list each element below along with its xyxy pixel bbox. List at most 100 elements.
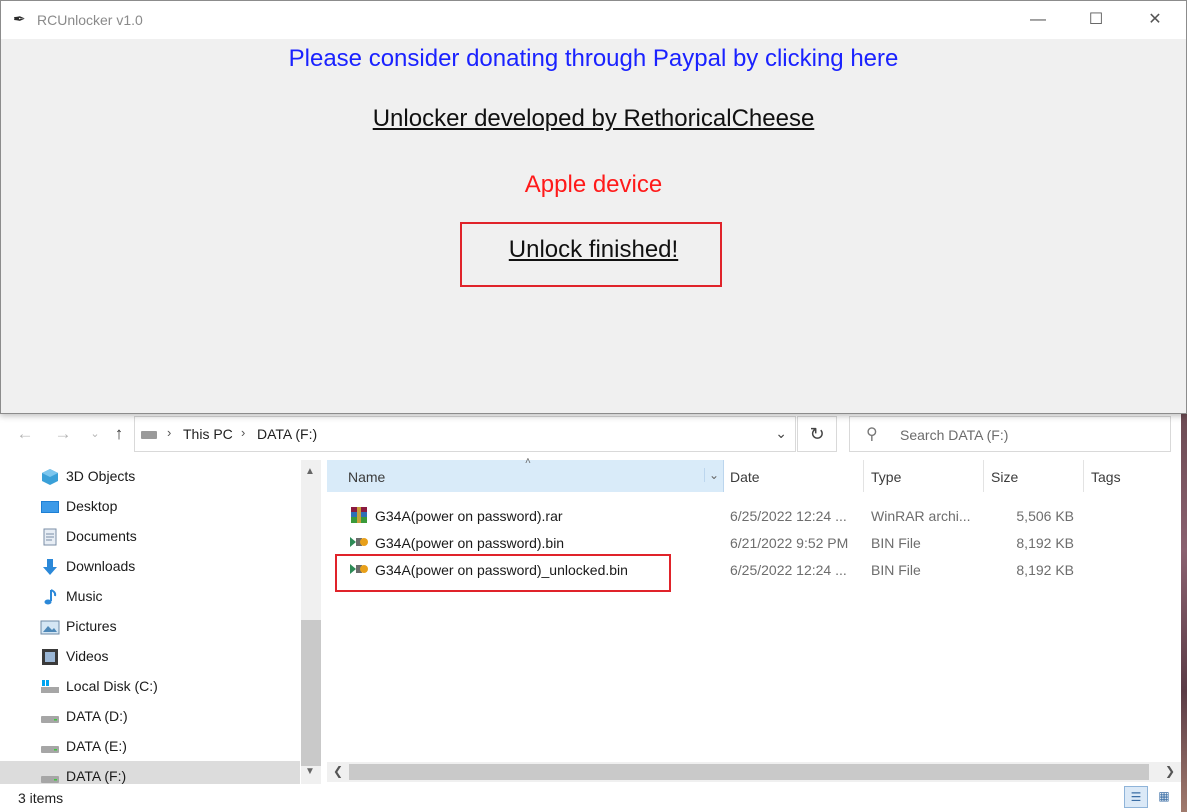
- unlocked-file-highlight-box: [335, 554, 671, 592]
- explorer-navigation-bar: ← → ⌄ ↑ › This PC › DATA (F:) ⌄ ↻ ⚲ Sear…: [0, 410, 1181, 458]
- tree-item-videos[interactable]: Videos: [0, 641, 300, 671]
- tree-item-downloads[interactable]: Downloads: [0, 551, 300, 581]
- device-type-label: Apple device: [524, 171, 663, 198]
- tree-label: Music: [66, 588, 103, 604]
- large-icons-view-button[interactable]: ▦: [1152, 786, 1176, 808]
- recent-locations-chevron-icon[interactable]: ⌄: [84, 424, 106, 444]
- file-list-horizontal-scrollbar[interactable]: ❮ ❯: [327, 762, 1181, 782]
- column-header-tags[interactable]: Tags: [1085, 460, 1175, 492]
- column-header-type[interactable]: Type: [865, 460, 983, 492]
- feather-app-icon: ✒: [13, 11, 26, 28]
- column-label: Tags: [1091, 469, 1121, 485]
- downloads-icon: [43, 559, 57, 575]
- desktop-icon: [41, 501, 59, 513]
- tree-label: Videos: [66, 648, 109, 664]
- search-icon: ⚲: [866, 426, 878, 443]
- breadcrumb-data-f[interactable]: DATA (F:): [257, 426, 317, 442]
- tree-item-desktop[interactable]: Desktop: [0, 491, 300, 521]
- bin-file-icon: [350, 537, 368, 547]
- music-icon: [44, 589, 57, 605]
- column-divider[interactable]: [1083, 460, 1084, 492]
- column-header-date[interactable]: Date: [724, 460, 864, 492]
- tree-label: Pictures: [66, 618, 117, 634]
- drive-icon: [41, 746, 59, 753]
- tree-item-documents[interactable]: Documents: [0, 521, 300, 551]
- tree-label: Downloads: [66, 558, 136, 574]
- documents-icon: [43, 528, 57, 546]
- breadcrumb-this-pc[interactable]: This PC: [183, 426, 233, 442]
- tree-item-3d-objects[interactable]: 3D Objects: [0, 461, 300, 491]
- refresh-button[interactable]: ↻: [797, 416, 837, 452]
- address-dropdown-icon[interactable]: ⌄: [775, 425, 787, 442]
- column-divider[interactable]: [863, 460, 864, 492]
- column-header-name[interactable]: ˄ Name ⌄: [327, 456, 724, 492]
- file-date: 6/21/2022 9:52 PM: [730, 535, 849, 551]
- tree-item-music[interactable]: Music: [0, 581, 300, 611]
- scrollbar-thumb[interactable]: [349, 764, 1149, 780]
- file-explorer-window: ← → ⌄ ↑ › This PC › DATA (F:) ⌄ ↻ ⚲ Sear…: [0, 410, 1181, 812]
- column-label: Date: [730, 469, 760, 485]
- close-button[interactable]: ✕: [1126, 1, 1184, 39]
- file-name: G34A(power on password).bin: [375, 535, 565, 551]
- minimize-button[interactable]: —: [1009, 1, 1067, 39]
- scroll-up-icon[interactable]: ▲: [305, 466, 315, 477]
- tree-label: Documents: [66, 528, 137, 544]
- tree-label: DATA (E:): [66, 738, 127, 754]
- column-dropdown-icon[interactable]: ⌄: [703, 468, 719, 482]
- file-type: BIN File: [871, 535, 921, 551]
- file-type: BIN File: [871, 562, 921, 578]
- breadcrumb-separator-icon: ›: [241, 425, 246, 440]
- tree-item-data-d[interactable]: DATA (D:): [0, 701, 300, 731]
- item-count: 3 items: [18, 790, 64, 806]
- maximize-button[interactable]: ☐: [1067, 1, 1125, 39]
- breadcrumb-separator-icon: ›: [167, 425, 172, 440]
- maximize-icon: ☐: [1088, 11, 1104, 28]
- file-list: ˄ Name ⌄ Date Type Size Tags G34A(power …: [327, 456, 1181, 760]
- local-disk-icon: [41, 680, 59, 693]
- tree-item-pictures[interactable]: Pictures: [0, 611, 300, 641]
- file-size: 8,192 KB: [1016, 562, 1074, 578]
- large-icons-view-icon: ▦: [1158, 789, 1170, 803]
- title-bar[interactable]: ✒ RCUnlocker v1.0 — ☐ ✕: [1, 1, 1186, 39]
- file-size: 5,506 KB: [1016, 508, 1074, 524]
- drive-icon: [41, 716, 59, 723]
- window-title: RCUnlocker v1.0: [37, 12, 143, 28]
- drive-icon: [141, 431, 157, 439]
- scroll-down-icon[interactable]: ▼: [305, 766, 315, 777]
- file-row[interactable]: G34A(power on password).bin 6/21/2022 9:…: [327, 529, 1181, 556]
- scroll-left-icon[interactable]: ❮: [333, 764, 343, 778]
- file-type: WinRAR archi...: [871, 508, 971, 524]
- scroll-right-icon[interactable]: ❯: [1165, 764, 1175, 778]
- tree-label: Desktop: [66, 498, 118, 514]
- address-bar[interactable]: › This PC › DATA (F:) ⌄: [134, 416, 796, 452]
- winrar-archive-icon: [351, 507, 367, 523]
- videos-icon: [42, 649, 58, 665]
- tree-label: DATA (D:): [66, 708, 128, 724]
- up-arrow-icon[interactable]: ↑: [108, 424, 130, 444]
- column-divider[interactable]: [983, 460, 984, 492]
- 3d-objects-icon: [42, 469, 58, 485]
- back-arrow-icon[interactable]: ←: [14, 424, 36, 444]
- donate-link[interactable]: Please consider donating through Paypal …: [1, 45, 1186, 73]
- tree-item-local-disk-c[interactable]: Local Disk (C:): [0, 671, 300, 701]
- developer-credit-link[interactable]: Unlocker developed by RethoricalCheese: [1, 105, 1186, 133]
- minimize-icon: —: [1030, 11, 1046, 28]
- file-row[interactable]: G34A(power on password).rar 6/25/2022 12…: [327, 502, 1181, 529]
- file-date: 6/25/2022 12:24 ...: [730, 508, 847, 524]
- details-view-button[interactable]: ☰: [1124, 786, 1148, 808]
- tree-label: 3D Objects: [66, 468, 136, 484]
- forward-arrow-icon[interactable]: →: [52, 424, 74, 444]
- tree-item-data-e[interactable]: DATA (E:): [0, 731, 300, 761]
- column-header-size[interactable]: Size: [985, 460, 1082, 492]
- search-box[interactable]: ⚲ Search DATA (F:): [849, 416, 1171, 452]
- column-label: Size: [991, 469, 1019, 485]
- tree-item-data-f[interactable]: DATA (F:): [0, 761, 300, 785]
- navigation-pane-scrollbar[interactable]: ▲ ▼: [301, 460, 321, 785]
- scrollbar-thumb[interactable]: [301, 620, 321, 766]
- unlock-status-highlight-box: [460, 222, 722, 287]
- file-date: 6/25/2022 12:24 ...: [730, 562, 847, 578]
- column-label: Type: [871, 469, 902, 485]
- file-name: G34A(power on password).rar: [375, 508, 563, 524]
- file-size: 8,192 KB: [1016, 535, 1074, 551]
- status-bar: 3 items ☰ ▦: [0, 784, 1181, 812]
